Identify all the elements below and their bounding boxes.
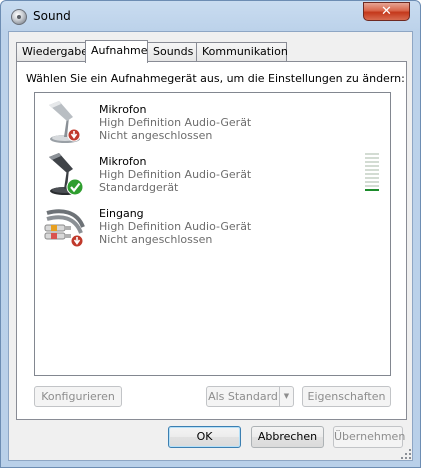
device-name: Mikrofon bbox=[99, 155, 147, 168]
ok-button[interactable]: OK bbox=[168, 426, 241, 448]
tab-kommunikation[interactable]: Kommunikation bbox=[196, 42, 288, 61]
device-item[interactable]: Mikrofon High Definition Audio-Gerät Sta… bbox=[35, 147, 390, 199]
set-default-button[interactable]: Als Standard ▼ bbox=[206, 386, 294, 407]
speaker-icon bbox=[11, 9, 27, 25]
microphone-icon bbox=[49, 153, 84, 196]
dialog-content: Wiedergabe Aufnahme Sounds Kommunikation… bbox=[8, 31, 413, 461]
set-default-label: Als Standard bbox=[208, 390, 278, 403]
instruction-text: Wählen Sie ein Aufnahmegerät aus, um die… bbox=[26, 72, 405, 85]
device-status: Standardgerät bbox=[99, 181, 179, 194]
level-meter-segment bbox=[365, 165, 379, 167]
apply-button[interactable]: Übernehmen bbox=[333, 426, 405, 448]
window-title: Sound bbox=[33, 9, 71, 23]
level-meter-segment bbox=[365, 181, 379, 183]
device-description: High Definition Audio-Gerät bbox=[99, 168, 252, 181]
close-button[interactable]: ✕ bbox=[363, 2, 410, 21]
device-item[interactable]: Mikrofon High Definition Audio-Gerät Nic… bbox=[35, 95, 390, 147]
device-description: High Definition Audio-Gerät bbox=[99, 220, 252, 233]
device-name: Eingang bbox=[99, 207, 144, 220]
device-item[interactable]: Eingang High Definition Audio-Gerät Nich… bbox=[35, 199, 390, 251]
device-status: Nicht angeschlossen bbox=[99, 129, 213, 142]
tab-aufnahme[interactable]: Aufnahme bbox=[85, 40, 148, 63]
rca-line-in-icon bbox=[44, 209, 85, 248]
level-meter-segment bbox=[365, 173, 379, 175]
cancel-button[interactable]: Abbrechen bbox=[251, 426, 324, 448]
level-meter-segment bbox=[365, 189, 379, 191]
recording-device-list[interactable]: Mikrofon High Definition Audio-Gerät Nic… bbox=[34, 92, 391, 376]
title-bar[interactable]: Sound ✕ bbox=[1, 1, 420, 31]
configure-button[interactable]: Konfigurieren bbox=[34, 386, 122, 407]
properties-button[interactable]: Eigenschaften bbox=[302, 386, 391, 407]
microphone-icon bbox=[49, 101, 81, 143]
level-meter-segment bbox=[365, 153, 379, 155]
tab-wiedergabe[interactable]: Wiedergabe bbox=[16, 42, 88, 61]
tab-sounds[interactable]: Sounds bbox=[147, 42, 197, 61]
device-description: High Definition Audio-Gerät bbox=[99, 116, 252, 129]
level-meter-segment bbox=[365, 169, 379, 171]
level-meter-segment bbox=[365, 177, 379, 179]
dropdown-arrow-icon[interactable]: ▼ bbox=[279, 387, 293, 406]
device-name: Mikrofon bbox=[99, 103, 147, 116]
resize-grip-icon[interactable] bbox=[401, 449, 411, 459]
level-meter bbox=[365, 151, 379, 193]
sound-dialog: Sound ✕ Wiedergabe Aufnahme Sounds Kommu… bbox=[0, 0, 421, 468]
level-meter-segment bbox=[365, 185, 379, 187]
level-meter-segment bbox=[365, 161, 379, 163]
device-status: Nicht angeschlossen bbox=[99, 233, 213, 246]
level-meter-segment bbox=[365, 157, 379, 159]
